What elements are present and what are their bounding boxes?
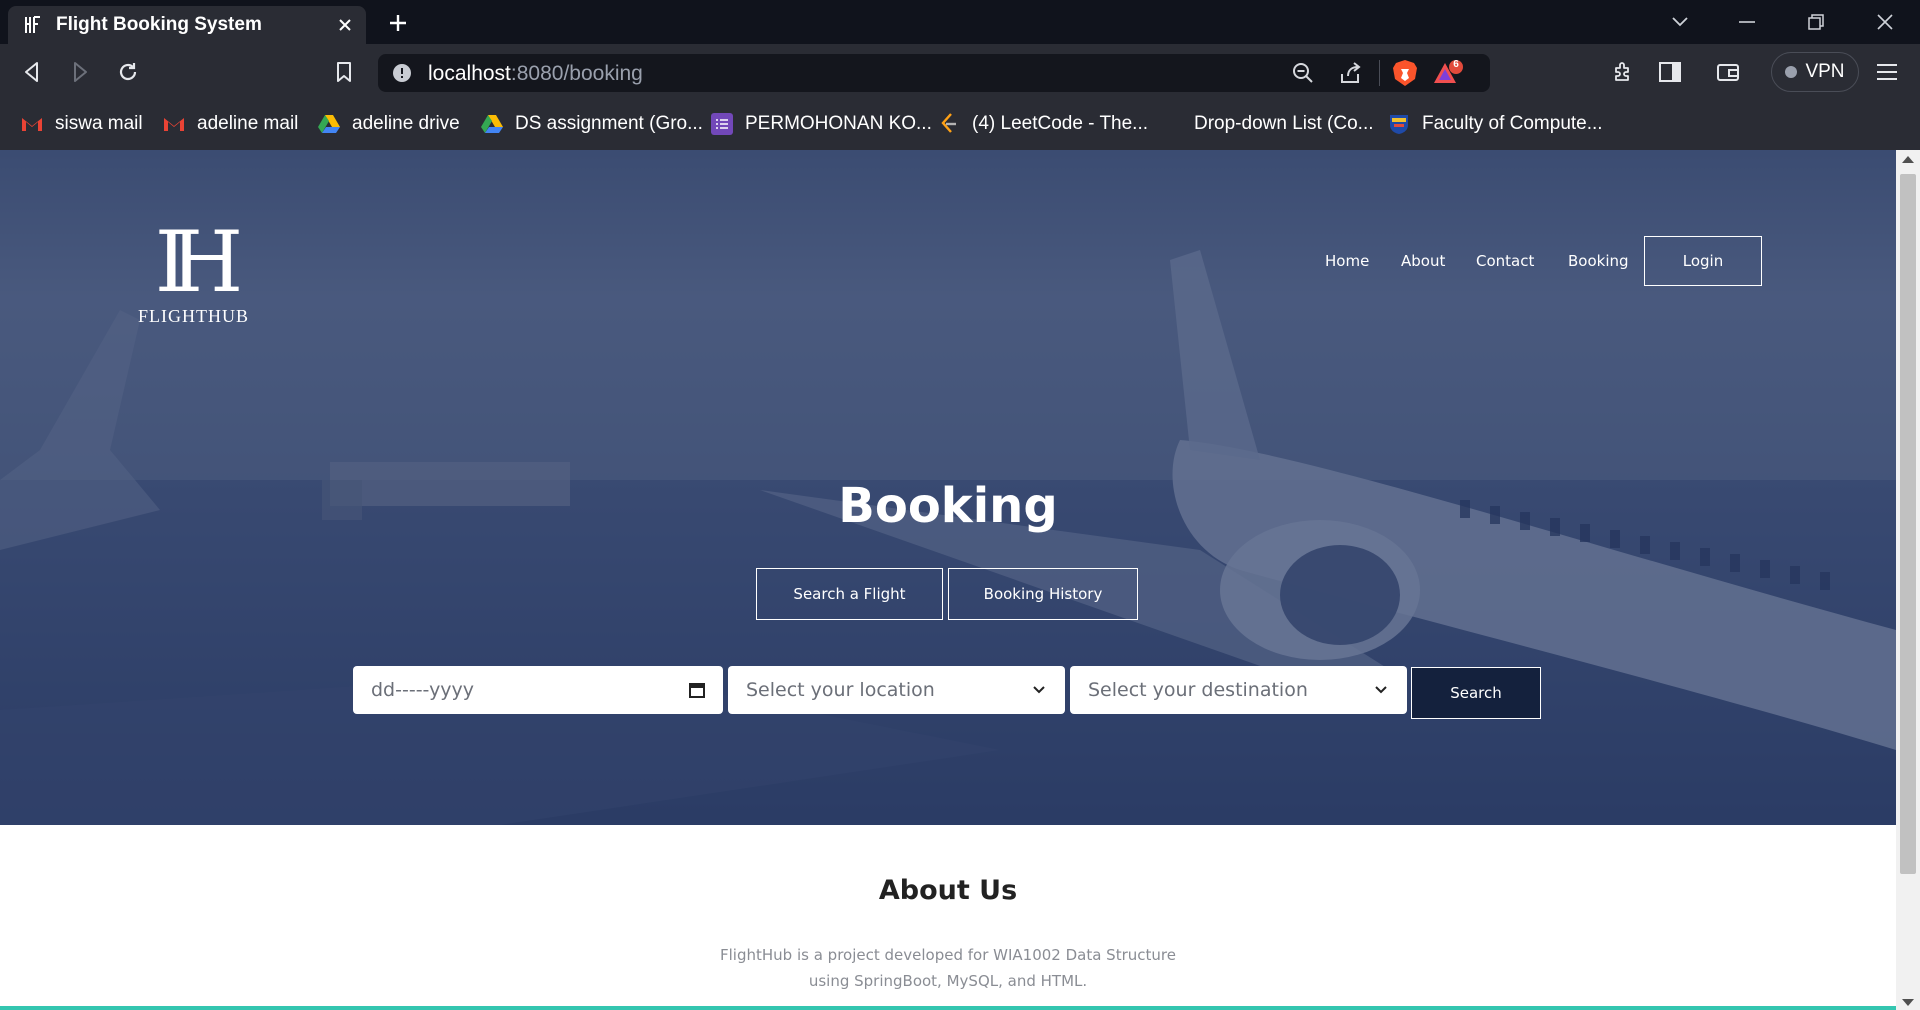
- google-forms-icon: [711, 113, 733, 135]
- browser-tab[interactable]: Flight Booking System: [8, 6, 366, 44]
- site-info-icon[interactable]: [392, 63, 412, 87]
- bookmark-permohonan[interactable]: PERMOHONAN KO...: [711, 108, 932, 140]
- bookmark-siswa-mail[interactable]: siswa mail: [21, 108, 143, 140]
- back-icon[interactable]: [18, 58, 46, 86]
- chevron-down-icon: [1369, 678, 1393, 702]
- new-tab-icon[interactable]: [385, 10, 411, 36]
- rewards-badge: 6: [1453, 59, 1459, 70]
- extensions-icon[interactable]: [1609, 58, 1637, 86]
- tab-title: Flight Booking System: [56, 14, 262, 35]
- browser-tab-bar: Flight Booking System: [0, 0, 1920, 44]
- login-button[interactable]: Login: [1644, 236, 1762, 286]
- search-flight-button[interactable]: Search a Flight: [756, 568, 943, 620]
- bookmark-leetcode[interactable]: (4) LeetCode - The...: [938, 108, 1148, 140]
- address-divider: [1379, 60, 1380, 86]
- vpn-button[interactable]: VPN: [1771, 52, 1859, 92]
- share-icon[interactable]: [1340, 62, 1362, 88]
- chevron-down-icon: [1027, 678, 1051, 702]
- google-drive-icon: [318, 113, 340, 135]
- page-scrollbar[interactable]: [1896, 150, 1920, 1010]
- bookmark-adeline-mail[interactable]: adeline mail: [163, 108, 298, 140]
- brave-shields-icon[interactable]: [1392, 59, 1418, 91]
- wallet-icon[interactable]: [1714, 58, 1742, 86]
- tab-search-chevron-icon[interactable]: [1665, 8, 1695, 36]
- search-button[interactable]: Search: [1411, 667, 1541, 719]
- nav-about[interactable]: About: [1401, 252, 1445, 270]
- gmail-icon: [163, 113, 185, 135]
- scroll-up-arrow-icon[interactable]: [1902, 156, 1914, 163]
- date-input[interactable]: dd-----yyyy: [353, 666, 723, 714]
- forward-icon[interactable]: [66, 58, 94, 86]
- about-description: FlightHub is a project developed for WIA…: [720, 946, 1176, 990]
- google-drive-icon: [481, 113, 503, 135]
- close-window-icon[interactable]: [1870, 8, 1900, 36]
- flighthub-favicon-icon: [22, 14, 42, 36]
- leetcode-icon: [938, 113, 960, 135]
- bookmark-faculty[interactable]: Faculty of Compute...: [1388, 108, 1603, 140]
- bookmark-adeline-drive[interactable]: adeline drive: [318, 108, 460, 140]
- address-bar[interactable]: localhost:8080/booking 6: [378, 54, 1490, 92]
- minimize-icon[interactable]: [1732, 8, 1762, 36]
- close-tab-icon[interactable]: [334, 14, 356, 36]
- university-crest-icon: [1388, 113, 1410, 135]
- logo-wordmark: FLIGHTHUB: [138, 306, 249, 326]
- gmail-icon: [21, 113, 43, 135]
- flighthub-logo[interactable]: IH FLIGHTHUB: [138, 213, 249, 330]
- logo-monogram-icon: IH: [154, 213, 243, 311]
- reload-icon[interactable]: [114, 58, 142, 86]
- page-title: Booking: [838, 478, 1058, 534]
- restore-icon[interactable]: [1801, 8, 1831, 36]
- sidebar-icon[interactable]: [1656, 58, 1684, 86]
- scroll-down-arrow-icon[interactable]: [1902, 999, 1914, 1006]
- location-select[interactable]: Select your location: [728, 666, 1065, 714]
- nav-contact[interactable]: Contact: [1476, 252, 1534, 270]
- url-text: localhost:8080/booking: [428, 62, 643, 85]
- booking-history-button[interactable]: Booking History: [948, 568, 1138, 620]
- about-heading: About Us: [878, 875, 1018, 906]
- bookmark-icon[interactable]: [330, 58, 358, 86]
- destination-select[interactable]: Select your destination: [1070, 666, 1407, 714]
- bookmark-ds-assignment[interactable]: DS assignment (Gro...: [481, 108, 703, 140]
- zoom-icon[interactable]: [1292, 62, 1314, 88]
- scrollbar-thumb[interactable]: [1900, 174, 1916, 874]
- page-viewport: IH FLIGHTHUB Home About Contact Booking …: [0, 150, 1896, 1010]
- menu-hamburger-icon[interactable]: [1873, 58, 1901, 86]
- calendar-icon[interactable]: [685, 678, 709, 702]
- nav-booking[interactable]: Booking: [1568, 252, 1629, 270]
- bottom-accent-line: [0, 1006, 1896, 1010]
- nav-home[interactable]: Home: [1325, 252, 1369, 270]
- bookmark-dropdown-list[interactable]: Drop-down List (Co...: [1194, 108, 1374, 140]
- vpn-status-icon: [1785, 66, 1798, 78]
- hero-section: IH FLIGHTHUB Home About Contact Booking …: [0, 150, 1896, 825]
